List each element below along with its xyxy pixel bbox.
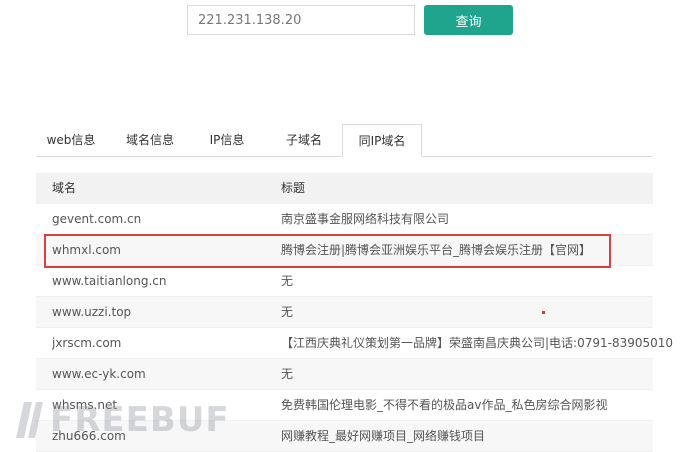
tab-same-ip-domain[interactable]: 同IP域名 (342, 124, 422, 157)
table-row: www.taitianlong.cn 无 (36, 266, 653, 297)
title-cell: 无 (281, 367, 294, 381)
tab-subdomain[interactable]: 子域名 (266, 124, 342, 156)
title-cell: 南京盛事金服网络科技有限公司 (281, 212, 450, 226)
domain-cell[interactable]: gevent.com.cn (52, 204, 141, 235)
title-cell: 网赚教程_最好网赚项目_网络赚钱项目 (281, 429, 486, 443)
table-row: gevent.com.cn 南京盛事金服网络科技有限公司 (36, 204, 653, 235)
table-row: www.ec-yk.com 无 (36, 359, 653, 390)
freebuf-logo-icon (16, 402, 43, 438)
title-cell: 无 (281, 274, 294, 288)
domain-cell[interactable]: jxrscm.com (52, 328, 121, 359)
query-button[interactable]: 查询 (424, 5, 513, 35)
domain-cell[interactable]: www.uzzi.top (52, 297, 131, 328)
table-header-row: 域名 标题 (36, 173, 653, 204)
tab-web-info[interactable]: web信息 (36, 124, 106, 156)
highlight-annotation-box (44, 234, 611, 268)
title-cell: 【江西庆典礼仪策划第一品牌】荣盛南昌庆典公司|电话:0791-83905010 (281, 336, 674, 350)
column-header-title: 标题 (281, 181, 306, 195)
column-header-domain: 域名 (52, 181, 77, 195)
domain-cell[interactable]: www.ec-yk.com (52, 359, 146, 390)
info-tabs: web信息 域名信息 IP信息 子域名 同IP域名 (36, 124, 653, 157)
watermark-text: FREEBUF (50, 400, 230, 440)
ip-search-input[interactable] (187, 5, 415, 35)
tab-ip-info[interactable]: IP信息 (192, 124, 262, 156)
title-cell: 无 (281, 305, 294, 319)
title-cell: 免费韩国伦理电影_不得不看的极品av作品_私色房综合网影视 (281, 398, 608, 412)
watermark: FREEBUF (14, 398, 230, 442)
annotation-dot (542, 311, 545, 314)
table-row: jxrscm.com 【江西庆典礼仪策划第一品牌】荣盛南昌庆典公司|电话:079… (36, 328, 673, 359)
tab-domain-info[interactable]: 域名信息 (110, 124, 190, 156)
domain-cell[interactable]: www.taitianlong.cn (52, 266, 166, 297)
table-row: www.uzzi.top 无 (36, 297, 653, 328)
